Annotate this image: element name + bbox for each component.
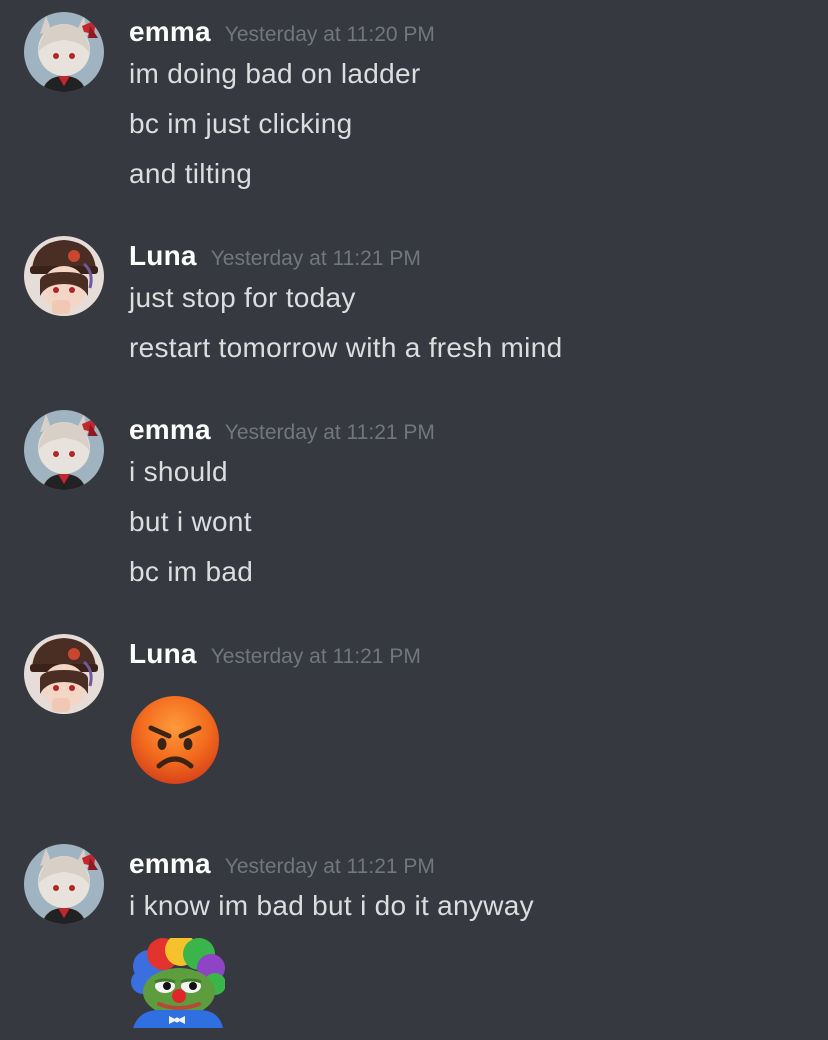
emma-avatar[interactable] [24, 12, 104, 92]
username[interactable]: Luna [129, 240, 197, 271]
timestamp: Yesterday at 11:21 PM [224, 421, 435, 444]
timestamp: Yesterday at 11:21 PM [224, 855, 435, 878]
timestamp: Yesterday at 11:21 PM [210, 247, 421, 270]
username[interactable]: emma [129, 848, 211, 879]
emma-avatar[interactable] [24, 410, 104, 490]
angry-face-emoji[interactable] [129, 694, 221, 791]
luna-avatar[interactable] [24, 634, 104, 714]
message-text: but i wont [129, 506, 252, 537]
message-text: bc im just clicking [129, 108, 353, 139]
message-text: i know im bad but i do it anyway [129, 890, 534, 921]
luna-avatar[interactable] [24, 236, 104, 316]
message-header: emma Yesterday at 11:21 PM [129, 414, 435, 446]
clown-pepe-emoji[interactable] [129, 934, 226, 1033]
username[interactable]: emma [129, 16, 211, 47]
message-text: and tilting [129, 158, 253, 189]
username[interactable]: emma [129, 414, 211, 445]
message-header: Luna Yesterday at 11:21 PM [129, 240, 421, 272]
username[interactable]: Luna [129, 638, 197, 669]
message-header: emma Yesterday at 11:21 PM [129, 848, 435, 880]
message-text: bc im bad [129, 556, 254, 587]
emma-avatar[interactable] [24, 844, 104, 924]
message-header: Luna Yesterday at 11:21 PM [129, 638, 421, 670]
message-text: i should [129, 456, 228, 487]
message-text: im doing bad on ladder [129, 58, 421, 89]
timestamp: Yesterday at 11:21 PM [210, 645, 421, 668]
timestamp: Yesterday at 11:20 PM [224, 23, 435, 46]
message-text: restart tomorrow with a fresh mind [129, 332, 563, 363]
message-header: emma Yesterday at 11:20 PM [129, 16, 435, 48]
message-text: just stop for today [129, 282, 356, 313]
